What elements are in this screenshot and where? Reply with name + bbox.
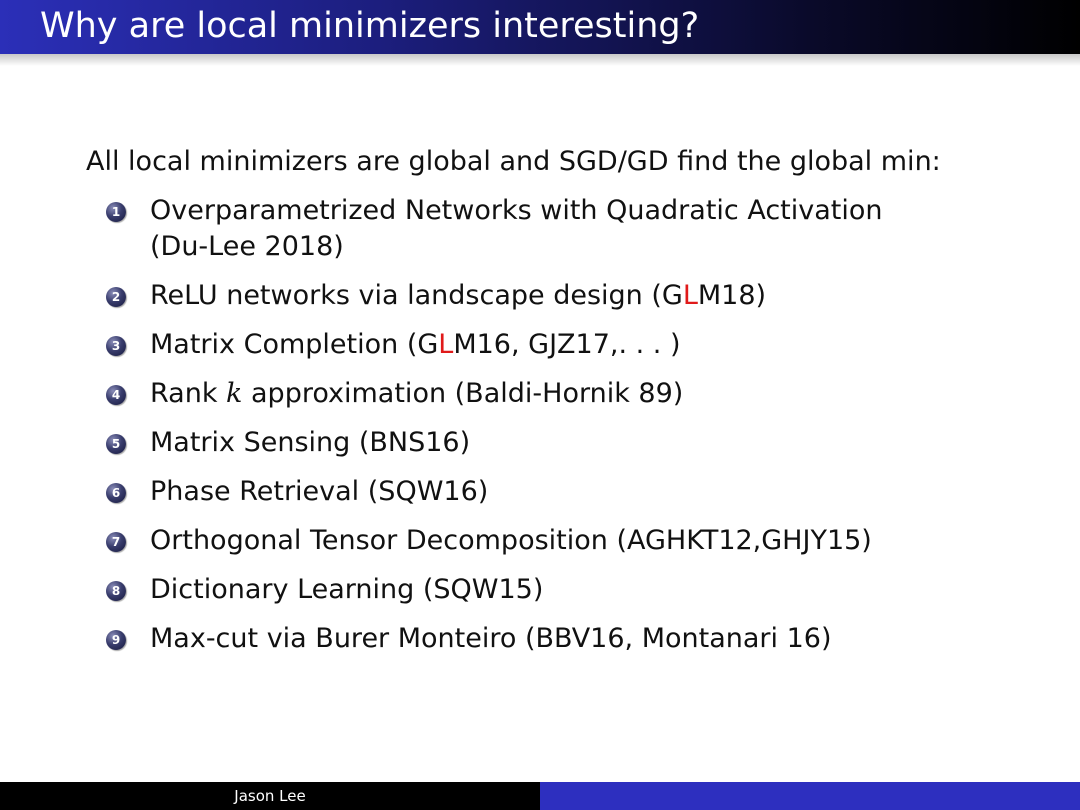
list-item-text-continued: (Du-Lee 2018) bbox=[150, 231, 344, 262]
list-item-text: Orthogonal Tensor Decomposition (AGHKT12… bbox=[150, 525, 872, 556]
footer-author-bar: Jason Lee bbox=[0, 782, 540, 810]
numbered-ball-icon: 7 bbox=[106, 532, 126, 552]
numbered-ball-icon: 3 bbox=[106, 336, 126, 356]
list-item: 2 ReLU networks via landscape design (GL… bbox=[106, 278, 883, 314]
numbered-ball-icon: 9 bbox=[106, 630, 126, 650]
list-item: 4 Rank k approximation (Baldi-Hornik 89) bbox=[106, 376, 883, 412]
numbered-ball-icon: 2 bbox=[106, 287, 126, 307]
list-item-text: Matrix Sensing (BNS16) bbox=[150, 427, 471, 458]
enumerated-list: 1 Overparametrized Networks with Quadrat… bbox=[106, 193, 883, 670]
numbered-ball-icon: 5 bbox=[106, 434, 126, 454]
list-item-text: Overparametrized Networks with Quadratic… bbox=[150, 195, 883, 226]
numbered-ball-icon: 6 bbox=[106, 483, 126, 503]
numbered-ball-icon: 8 bbox=[106, 581, 126, 601]
text-segment: Matrix Completion (G bbox=[150, 329, 439, 360]
slide-title: Why are local minimizers interesting? bbox=[40, 6, 700, 46]
list-item: 5 Matrix Sensing (BNS16) bbox=[106, 425, 883, 461]
text-segment: ReLU networks via landscape design (G bbox=[150, 280, 683, 311]
highlight-letter: L bbox=[438, 329, 454, 360]
numbered-ball-icon: 4 bbox=[106, 385, 126, 405]
title-bar: Why are local minimizers interesting? bbox=[0, 0, 1080, 54]
slide: Why are local minimizers interesting? Al… bbox=[0, 0, 1080, 810]
title-shadow bbox=[0, 54, 1080, 66]
list-item-text: Max-cut via Burer Monteiro (BBV16, Monta… bbox=[150, 623, 832, 654]
list-item-text: Dictionary Learning (SQW15) bbox=[150, 574, 544, 605]
highlight-letter: L bbox=[682, 280, 698, 311]
list-item-text: Rank k approximation (Baldi-Hornik 89) bbox=[150, 378, 683, 409]
list-item: 8 Dictionary Learning (SQW15) bbox=[106, 572, 883, 608]
math-variable: k bbox=[226, 378, 243, 409]
list-item-text: ReLU networks via landscape design (GLM1… bbox=[150, 280, 766, 311]
list-item: 9 Max-cut via Burer Monteiro (BBV16, Mon… bbox=[106, 621, 883, 657]
list-item: 1 Overparametrized Networks with Quadrat… bbox=[106, 193, 883, 265]
list-item-text: Phase Retrieval (SQW16) bbox=[150, 476, 489, 507]
list-item-text: Matrix Completion (GLM16, GJZ17,. . . ) bbox=[150, 329, 681, 360]
text-segment: M16, GJZ17,. . . ) bbox=[453, 329, 681, 360]
intro-text: All local minimizers are global and SGD/… bbox=[86, 146, 941, 177]
list-item: 3 Matrix Completion (GLM16, GJZ17,. . . … bbox=[106, 327, 883, 363]
numbered-ball-icon: 1 bbox=[106, 202, 126, 222]
list-item: 7 Orthogonal Tensor Decomposition (AGHKT… bbox=[106, 523, 883, 559]
text-segment: Rank bbox=[150, 378, 227, 409]
text-segment: M18) bbox=[697, 280, 767, 311]
footer-blue-bar bbox=[540, 782, 1080, 810]
footer-author: Jason Lee bbox=[234, 787, 306, 805]
text-segment: approximation (Baldi-Hornik 89) bbox=[242, 378, 684, 409]
list-item: 6 Phase Retrieval (SQW16) bbox=[106, 474, 883, 510]
